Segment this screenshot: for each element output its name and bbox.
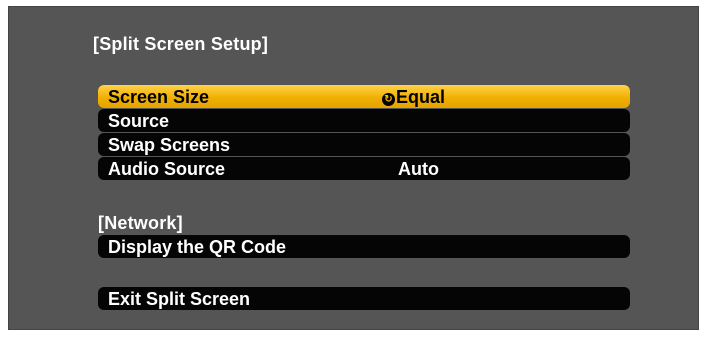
menu-item-swap-screens[interactable]: Swap Screens <box>98 133 630 156</box>
menu-item-exit-split-screen[interactable]: Exit Split Screen <box>98 287 630 310</box>
menu-item-label: Exit Split Screen <box>108 289 251 309</box>
menu-item-source[interactable]: Source <box>98 109 630 132</box>
cycle-arrow-icon: ↻ <box>382 93 395 106</box>
network-heading: [Network] <box>98 213 183 233</box>
menu-item-display-qr-code[interactable]: Display the QR Code <box>98 235 630 258</box>
panel-title: [Split Screen Setup] <box>93 34 269 54</box>
menu-item-label: Display the QR Code <box>108 237 287 257</box>
menu-item-label: Swap Screens <box>108 135 231 155</box>
split-screen-setup-panel: [Split Screen Setup] Screen Size ↻ Equal … <box>8 6 699 330</box>
screen-size-value: ↻ Equal <box>382 87 445 108</box>
screen-size-value-text: Equal <box>396 87 446 107</box>
audio-source-value: Auto <box>398 159 439 179</box>
menu-item-label: Audio Source <box>108 159 226 179</box>
menu-item-audio-source[interactable]: Audio Source Auto <box>98 157 630 180</box>
menu-item-label: Source <box>108 111 170 131</box>
menu-item-label: Screen Size <box>108 87 210 107</box>
menu-item-screen-size[interactable]: Screen Size ↻ Equal <box>98 85 630 108</box>
